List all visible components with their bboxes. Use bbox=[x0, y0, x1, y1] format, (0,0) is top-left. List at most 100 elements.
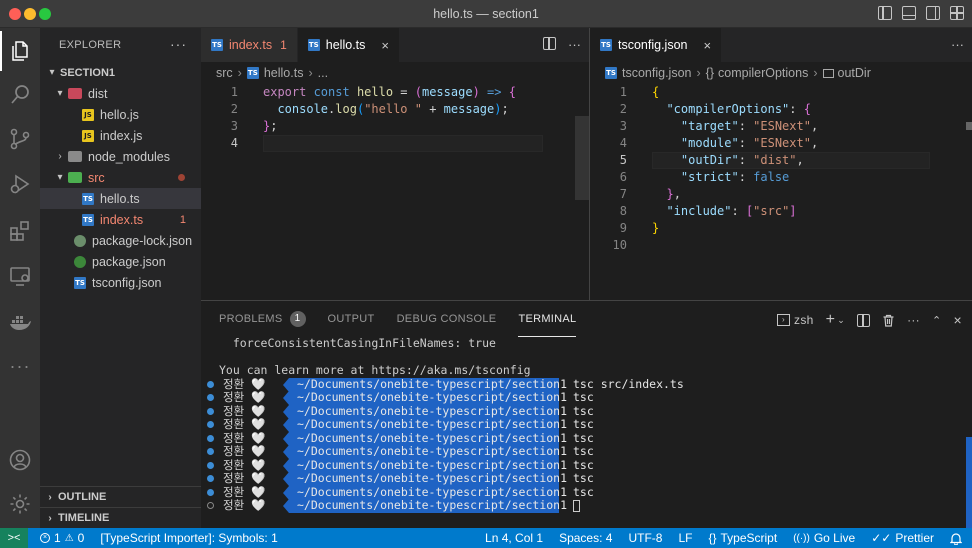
terminal-shell-selector[interactable]: › zsh bbox=[777, 313, 814, 327]
remote-indicator[interactable]: >< bbox=[0, 528, 28, 548]
more-icon[interactable]: ··· bbox=[0, 346, 40, 386]
code-token: = bbox=[393, 85, 415, 99]
extensions-icon[interactable] bbox=[0, 211, 40, 251]
tree-file-hello-js[interactable]: JS hello.js bbox=[40, 104, 201, 125]
tab-terminal[interactable]: TERMINAL bbox=[518, 301, 577, 337]
editor-scrollbar[interactable] bbox=[966, 122, 972, 130]
tree-file-hello-ts[interactable]: TS hello.ts bbox=[40, 188, 201, 209]
tab-index-ts[interactable]: TS index.ts 1 bbox=[201, 28, 298, 62]
code-line[interactable]: 7 }, bbox=[590, 186, 972, 203]
command-status-dot-icon[interactable] bbox=[207, 380, 214, 388]
breadcrumb-object[interactable]: compilerOptions bbox=[718, 66, 808, 80]
code-line[interactable]: 2 console.log("hello " + message); bbox=[201, 101, 589, 118]
command-status-dot-icon[interactable] bbox=[207, 502, 214, 509]
code-line[interactable]: 8 "include": ["src"] bbox=[590, 203, 972, 220]
status-go-live[interactable]: ((·)) Go Live bbox=[793, 531, 855, 545]
workspace-root[interactable]: ▾ SECTION1 bbox=[40, 62, 201, 83]
tab-debug-console[interactable]: DEBUG CONSOLE bbox=[397, 301, 497, 337]
breadcrumb-symbols[interactable]: ... bbox=[318, 66, 328, 80]
tab-output[interactable]: OUTPUT bbox=[328, 301, 375, 337]
code-line[interactable]: 1 export const hello = (message) => { bbox=[201, 84, 589, 101]
code-line[interactable]: 3}; bbox=[201, 118, 589, 135]
status-eol[interactable]: LF bbox=[678, 531, 692, 545]
status-encoding[interactable]: UTF-8 bbox=[628, 531, 662, 545]
notifications-bell-icon[interactable] bbox=[950, 532, 962, 545]
tree-file-index-js[interactable]: JS index.js bbox=[40, 125, 201, 146]
tree-file-package-json[interactable]: package.json bbox=[40, 251, 201, 272]
code-line[interactable]: 4 "module": "ESNext", bbox=[590, 135, 972, 152]
toggle-primary-sidebar-icon[interactable] bbox=[878, 6, 892, 20]
code-line[interactable]: 4 bbox=[201, 135, 589, 152]
tree-file-index-ts[interactable]: TS index.ts 1 bbox=[40, 209, 201, 230]
tab-tsconfig-json[interactable]: TS tsconfig.json × bbox=[590, 28, 723, 62]
account-icon[interactable] bbox=[0, 440, 40, 480]
current-line-highlight bbox=[263, 135, 543, 152]
tree-file-tsconfig-json[interactable]: TS tsconfig.json bbox=[40, 272, 201, 293]
code-line[interactable]: 2 "compilerOptions": { bbox=[590, 101, 972, 118]
breadcrumb-folder[interactable]: src bbox=[216, 66, 233, 80]
panel-more-icon[interactable]: ··· bbox=[907, 313, 920, 327]
status-prettier[interactable]: ✓✓ Prettier bbox=[871, 531, 934, 545]
status-indentation[interactable]: Spaces: 4 bbox=[559, 531, 612, 545]
explorer-icon[interactable] bbox=[0, 31, 40, 71]
status-ts-importer[interactable]: [TypeScript Importer]: Symbols: 1 bbox=[100, 531, 277, 545]
breadcrumb-file[interactable]: hello.ts bbox=[264, 66, 304, 80]
status-cursor-position[interactable]: Ln 4, Col 1 bbox=[485, 531, 543, 545]
close-panel-icon[interactable]: × bbox=[954, 312, 962, 328]
tab-problems[interactable]: PROBLEMS 1 bbox=[219, 301, 306, 337]
code-line[interactable]: 6 "strict": false bbox=[590, 169, 972, 186]
tree-folder-src[interactable]: ▾ src bbox=[40, 167, 201, 188]
customize-layout-icon[interactable] bbox=[950, 6, 964, 20]
braces-icon: {} bbox=[708, 531, 717, 545]
tab-close-icon[interactable]: × bbox=[381, 38, 389, 53]
tab-hello-ts[interactable]: TS hello.ts × bbox=[297, 28, 400, 62]
run-debug-icon[interactable] bbox=[0, 164, 40, 204]
toggle-secondary-sidebar-icon[interactable] bbox=[926, 6, 940, 20]
remote-explorer-icon[interactable] bbox=[0, 256, 40, 296]
tree-folder-node-modules[interactable]: › node_modules bbox=[40, 146, 201, 167]
editor-more-icon[interactable]: ··· bbox=[951, 37, 964, 52]
command-status-dot-icon[interactable] bbox=[207, 488, 214, 496]
status-problems[interactable]: × 1 ⚠ 0 bbox=[40, 531, 84, 545]
maximize-panel-chevron-up-icon[interactable]: ⌃ bbox=[932, 314, 942, 327]
toggle-panel-icon[interactable] bbox=[902, 6, 916, 20]
prompt-user: 정환 🤍 bbox=[223, 376, 266, 391]
tree-file-package-lock-json[interactable]: package-lock.json bbox=[40, 230, 201, 251]
new-terminal-plus-icon[interactable]: + bbox=[826, 311, 836, 329]
trash-icon[interactable] bbox=[882, 314, 895, 327]
terminal-command: tsc bbox=[573, 471, 594, 485]
tab-close-icon[interactable]: × bbox=[703, 38, 711, 53]
source-control-icon[interactable] bbox=[0, 119, 40, 159]
editor-scrollbar[interactable] bbox=[575, 116, 589, 200]
chevron-down-icon[interactable]: ⌄ bbox=[837, 315, 845, 326]
split-terminal-icon[interactable] bbox=[857, 313, 871, 327]
code-line[interactable]: 1{ bbox=[590, 84, 972, 101]
settings-gear-icon[interactable] bbox=[0, 484, 40, 524]
command-status-dot-icon[interactable] bbox=[207, 394, 214, 401]
explorer-more-icon[interactable]: ··· bbox=[170, 36, 187, 52]
split-editor-icon[interactable] bbox=[543, 37, 556, 50]
command-status-dot-icon[interactable] bbox=[207, 461, 214, 469]
command-status-dot-icon[interactable] bbox=[207, 421, 214, 428]
code-editor-hello-ts[interactable]: 1 export const hello = (message) => {2 co… bbox=[201, 84, 589, 152]
code-line[interactable]: 5 "outDir": "dist", bbox=[590, 152, 972, 169]
status-language[interactable]: {} TypeScript bbox=[708, 531, 777, 545]
command-status-dot-icon[interactable] bbox=[207, 434, 214, 442]
timeline-section[interactable]: › TIMELINE bbox=[40, 507, 201, 528]
terminal-scrollbar[interactable] bbox=[966, 437, 972, 529]
outline-section[interactable]: › OUTLINE bbox=[40, 486, 201, 507]
tree-folder-dist[interactable]: ▾ dist bbox=[40, 83, 201, 104]
code-line[interactable]: 3 "target": "ESNext", bbox=[590, 118, 972, 135]
code-editor-tsconfig-json[interactable]: 1{2 "compilerOptions": {3 "target": "ESN… bbox=[590, 84, 972, 254]
command-status-dot-icon[interactable] bbox=[207, 448, 214, 455]
breadcrumb-file[interactable]: tsconfig.json bbox=[622, 66, 691, 80]
terminal-output[interactable]: forceConsistentCasingInFileNames: true Yo… bbox=[201, 336, 972, 513]
code-line[interactable]: 9} bbox=[590, 220, 972, 237]
code-line[interactable]: 10 bbox=[590, 237, 972, 254]
editor-more-icon[interactable]: ··· bbox=[568, 37, 581, 52]
docker-icon[interactable] bbox=[0, 302, 40, 342]
command-status-dot-icon[interactable] bbox=[207, 407, 214, 415]
search-icon[interactable] bbox=[0, 75, 40, 115]
command-status-dot-icon[interactable] bbox=[207, 475, 214, 482]
breadcrumb-property[interactable]: outDir bbox=[838, 66, 871, 80]
